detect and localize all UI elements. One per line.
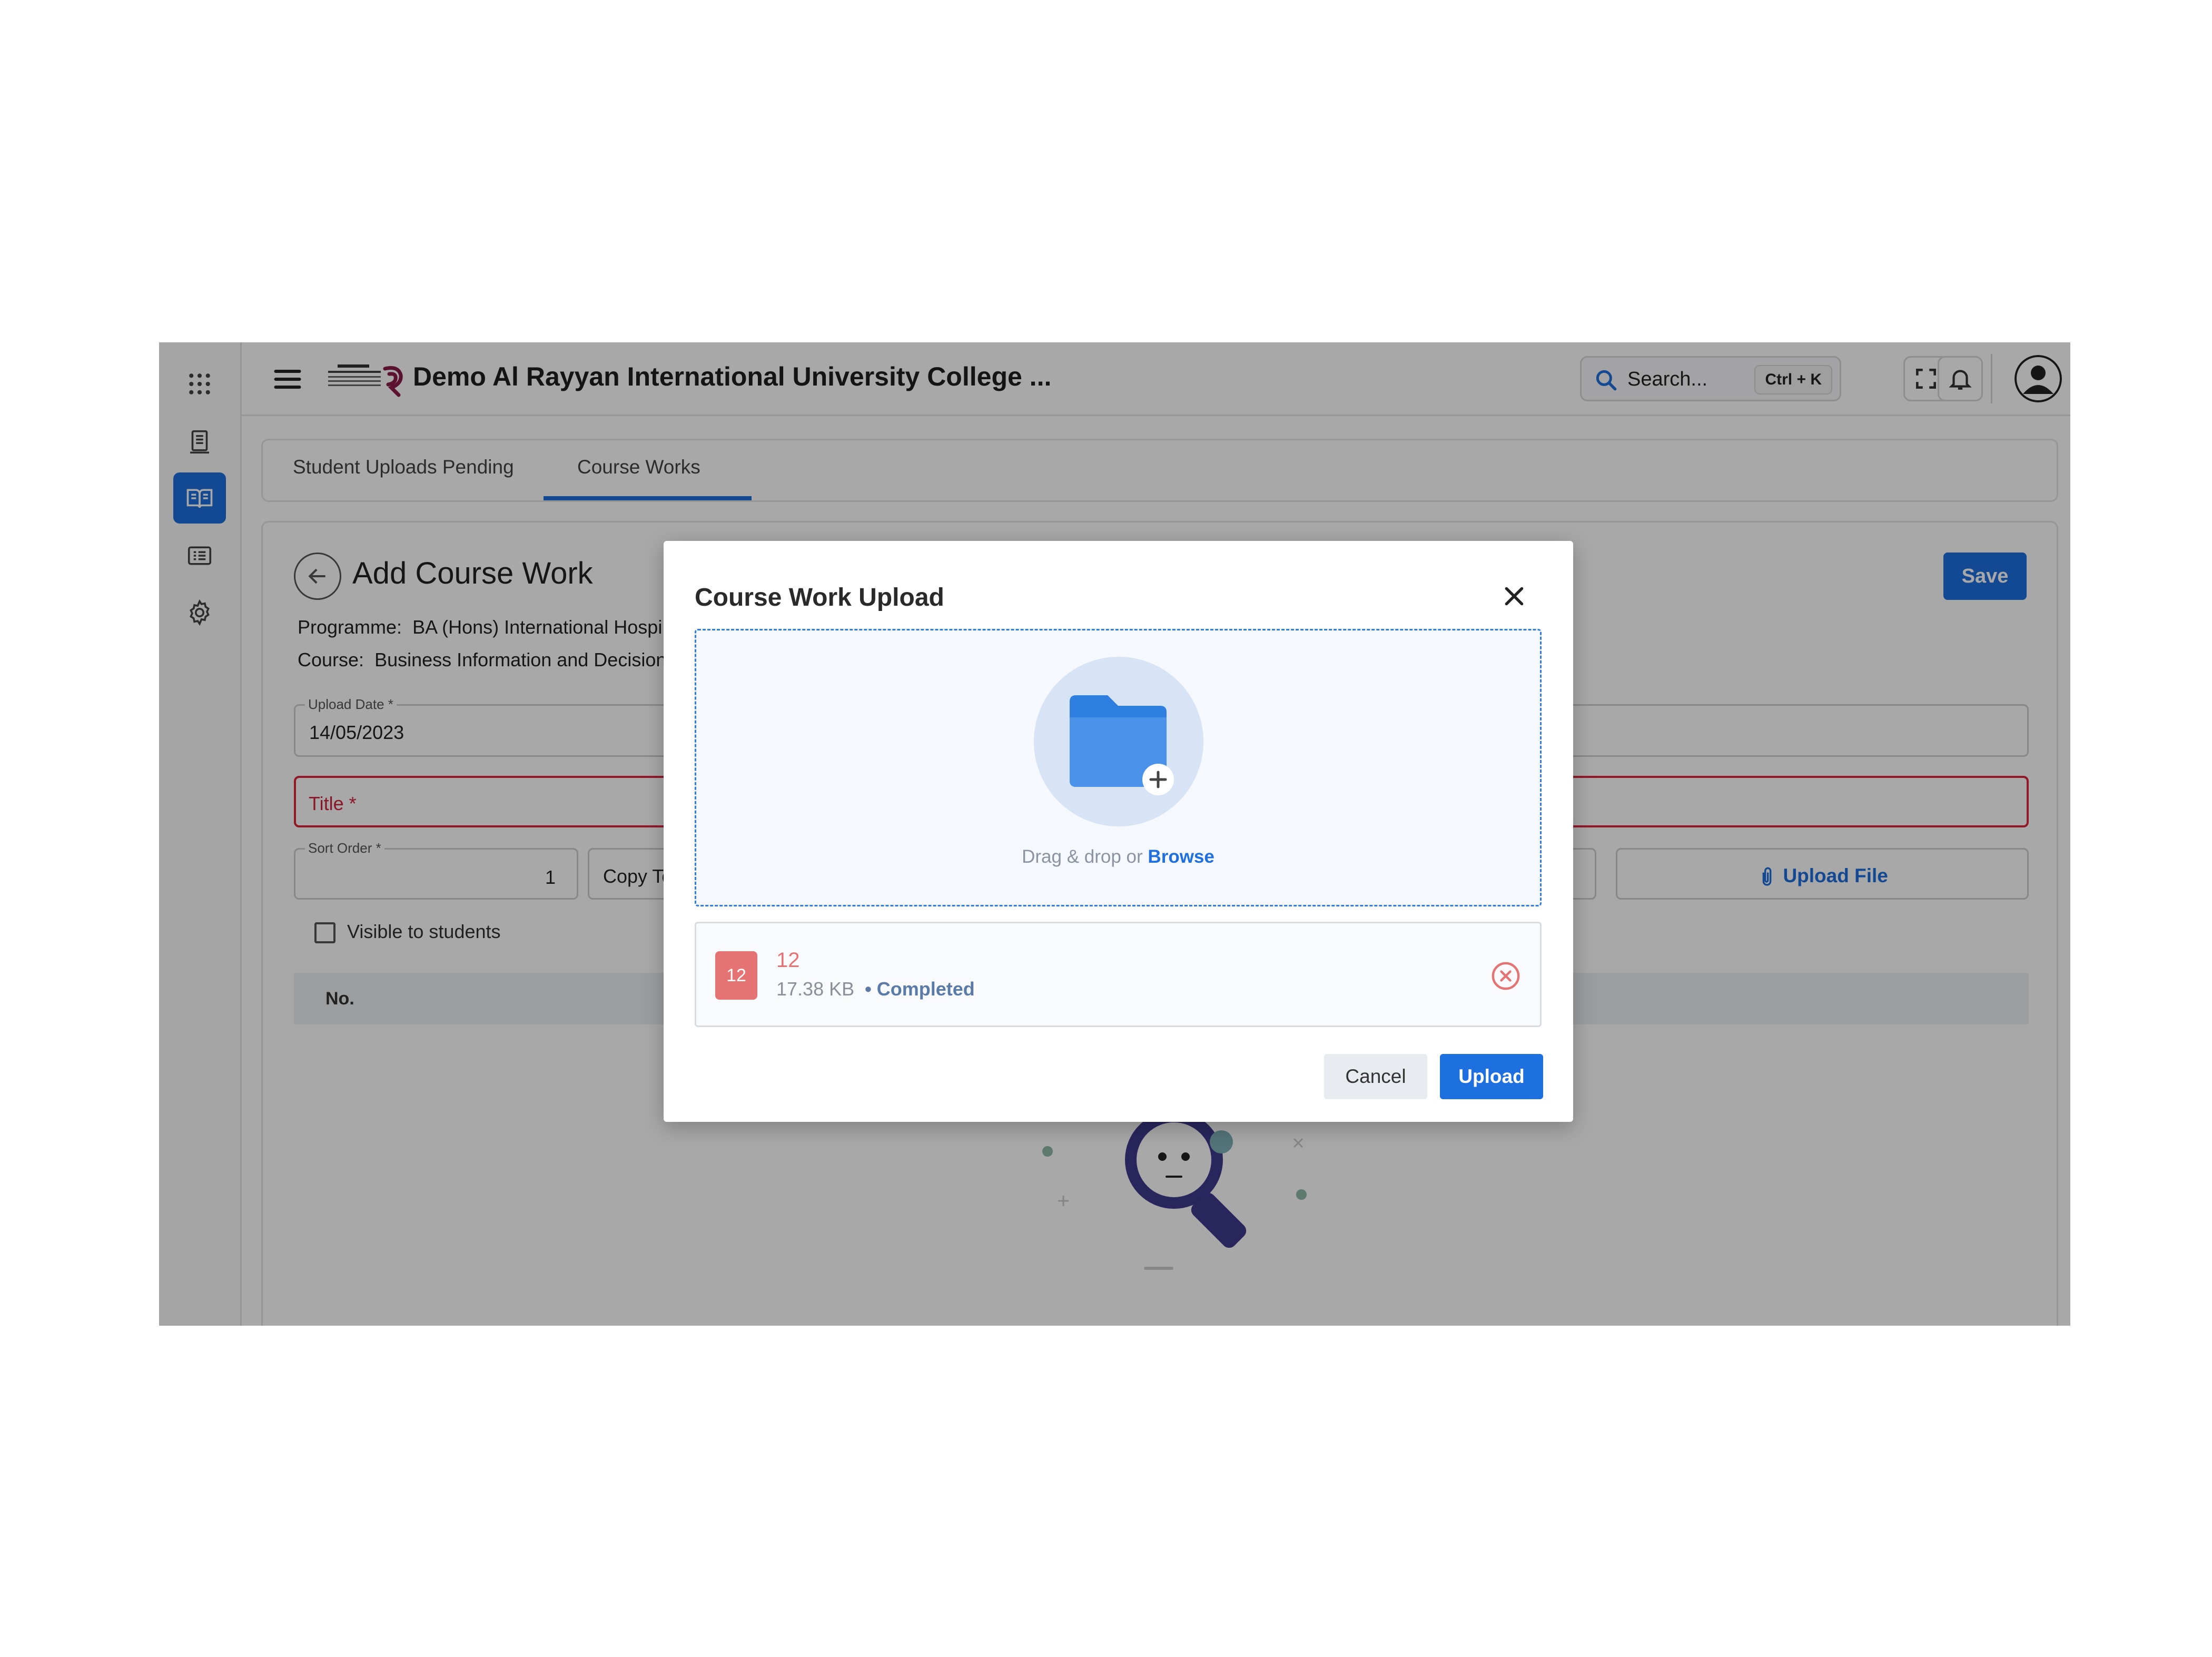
file-type-badge: 12 [715,951,757,1000]
file-status: • Completed [865,978,975,1000]
dropzone-icon-circle [1034,657,1203,826]
browse-link[interactable]: Browse [1148,846,1214,867]
dialog-title: Course Work Upload [695,584,944,611]
close-icon[interactable] [1501,583,1527,609]
dropzone-text: Drag & drop or Browse [696,846,1540,867]
file-name: 12 [776,949,800,972]
app-window: Demo Al Rayyan International University … [159,342,2070,1326]
remove-file-icon[interactable] [1490,961,1521,991]
cancel-button[interactable]: Cancel [1324,1054,1427,1099]
upload-button[interactable]: Upload [1440,1054,1543,1099]
uploaded-file-item: 12 12 17.38 KB • Completed [695,922,1542,1027]
file-dropzone[interactable]: Drag & drop or Browse [695,629,1542,906]
folder-add-icon [1070,695,1174,795]
file-size: 17.38 KB [776,978,855,1000]
drag-drop-text: Drag & drop or [1022,846,1143,867]
course-work-upload-dialog: Course Work Upload Drag & drop or Browse… [664,541,1573,1122]
file-meta: 17.38 KB • Completed [776,978,975,1000]
